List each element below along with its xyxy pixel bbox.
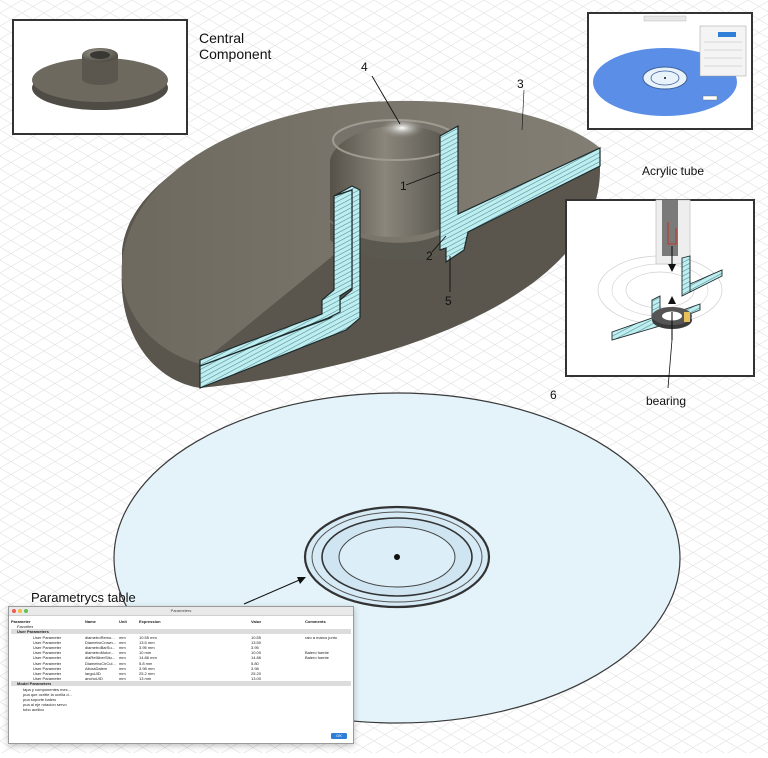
inset-assembly-view	[587, 12, 753, 130]
inset-central-component	[12, 19, 188, 135]
callout-2: 2	[426, 249, 433, 263]
label-central-line1: Central	[199, 30, 245, 46]
model-row-label: tubo acrilico	[23, 707, 45, 713]
label-acrylic-tube: Acrylic tube	[642, 164, 705, 178]
dialog-title: Parameters	[170, 608, 192, 613]
label-central-component: Central Component	[199, 30, 271, 62]
label-bearing: bearing	[646, 394, 687, 408]
inset-bearing-detail	[565, 199, 755, 389]
ok-button[interactable]: OK	[331, 733, 347, 739]
callout-1: 1	[400, 179, 407, 193]
callout-3: 3	[517, 77, 524, 91]
label-parametrics-table: Parametrycs table	[31, 590, 136, 605]
dialog-titlebar: Parameters	[9, 607, 353, 616]
label-central-line2: Component	[199, 46, 272, 62]
callout-6: 6	[550, 388, 557, 402]
parameters-dialog: Parameters Parameter Name Unit Expression Va…	[8, 606, 354, 744]
figure-canvas: Central Component 4 3 1 2 5 6 Acrylic tu…	[0, 0, 768, 753]
callout-5: 5	[445, 294, 452, 308]
callout-4: 4	[361, 60, 368, 74]
model-row[interactable]: tubo acrilico	[11, 707, 351, 712]
